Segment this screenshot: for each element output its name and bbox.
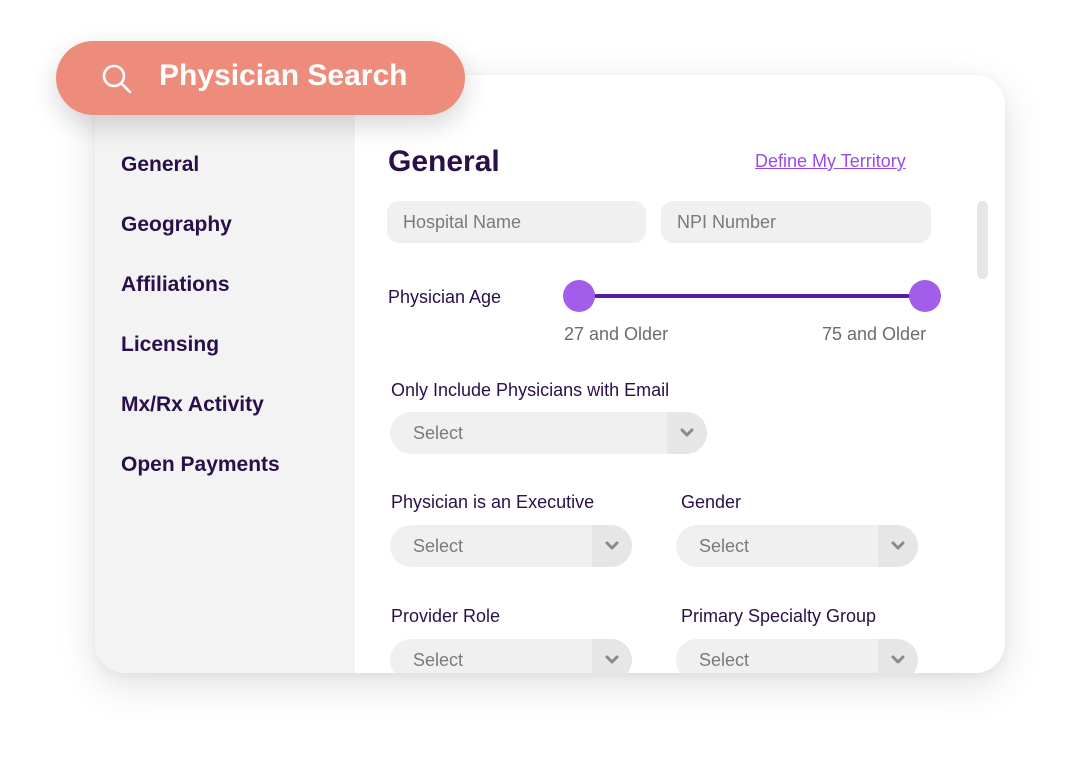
age-slider-max-handle[interactable] [909,280,941,312]
search-icon [101,63,133,95]
page-title: General [388,145,500,178]
age-slider-track[interactable] [578,294,925,298]
provider-role-value: Select [413,650,464,670]
executive-filter-select[interactable]: Select [390,525,632,567]
npi-number-input[interactable] [661,201,931,243]
executive-filter-value: Select [413,536,464,556]
define-territory-link[interactable]: Define My Territory [755,151,906,172]
scrollbar[interactable] [977,201,988,279]
specialty-group-value: Select [699,650,750,670]
sidebar-item-general[interactable]: General [121,153,199,177]
chevron-down-icon [592,525,632,567]
physician-age-label: Physician Age [388,287,502,307]
sidebar-item-licensing[interactable]: Licensing [121,333,219,357]
chevron-down-icon [878,639,918,673]
age-min-value: 27 and Older [564,324,669,344]
sidebar-item-affiliations[interactable]: Affiliations [121,273,230,297]
physician-search-title: Physician Search [159,59,408,92]
gender-filter-select[interactable]: Select [676,525,918,567]
sidebar-item-mx-rx-activity[interactable]: Mx/Rx Activity [121,393,264,417]
specialty-group-label: Primary Specialty Group [681,606,877,626]
search-panel: General Geography Affiliations Licensing… [95,75,1005,673]
email-filter-label: Only Include Physicians with Email [391,380,670,400]
sidebar-item-geography[interactable]: Geography [121,213,232,237]
physician-search-header[interactable]: Physician Search [56,41,465,115]
age-slider-min-handle[interactable] [563,280,595,312]
specialty-group-select[interactable]: Select [676,639,918,673]
gender-filter-value: Select [699,536,750,556]
email-filter-select[interactable]: Select [390,412,707,454]
executive-filter-label: Physician is an Executive [391,492,595,512]
sidebar: General Geography Affiliations Licensing… [95,75,355,673]
gender-filter-label: Gender [681,492,742,512]
age-max-value: 75 and Older [822,324,927,344]
hospital-name-input[interactable] [387,201,646,243]
sidebar-item-open-payments[interactable]: Open Payments [121,453,280,477]
provider-role-select[interactable]: Select [390,639,632,673]
chevron-down-icon [592,639,632,673]
chevron-down-icon [667,412,707,454]
email-filter-value: Select [413,423,464,443]
provider-role-label: Provider Role [391,606,501,626]
chevron-down-icon [878,525,918,567]
